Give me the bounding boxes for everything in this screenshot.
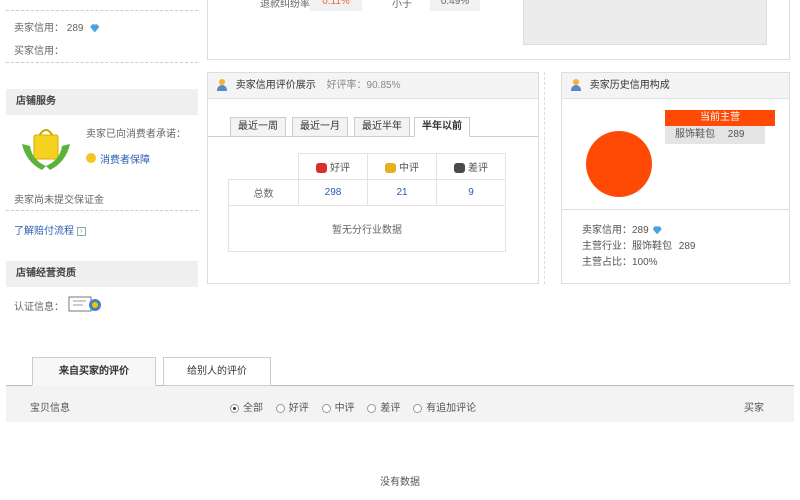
arrow-right-icon: › bbox=[76, 226, 86, 236]
tab-before-half-year[interactable]: 半年以前 bbox=[414, 117, 470, 137]
shield-icon bbox=[86, 153, 96, 163]
filter-all[interactable]: 全部 bbox=[230, 403, 263, 414]
share-row: 主营占比：100% bbox=[582, 255, 695, 271]
ratings-header: 卖家信用评价展示 好评率：90.85% bbox=[208, 73, 538, 99]
legend-value: 289 bbox=[727, 129, 745, 140]
neutral-header-label: 中评 bbox=[399, 163, 419, 174]
legend-title: 当前主营 bbox=[665, 110, 775, 126]
shop-service-header: 店铺服务 bbox=[6, 89, 198, 115]
certificate-icon[interactable] bbox=[68, 295, 104, 313]
history-header: 卖家历史信用构成 bbox=[562, 73, 789, 99]
refund-dispute-panel: 退款纠纷率： 0.11% 小于 0.49% bbox=[207, 0, 790, 60]
filter-all-label[interactable]: 全部 bbox=[243, 403, 263, 414]
radio-icon[interactable] bbox=[413, 403, 423, 413]
negative-rating-icon bbox=[454, 163, 465, 174]
divider bbox=[6, 10, 198, 11]
filter-followup[interactable]: 有追加评论 bbox=[413, 403, 476, 414]
share-label: 主营占比： bbox=[582, 257, 632, 268]
filter-positive-label[interactable]: 好评 bbox=[289, 403, 309, 414]
positive-header: 好评 bbox=[298, 153, 368, 180]
divider bbox=[6, 210, 198, 211]
compensation-link[interactable]: 了解赔付流程 › bbox=[14, 222, 86, 237]
tab-from-buyers[interactable]: 来自买家的评价 bbox=[32, 357, 156, 386]
share-value: 100% bbox=[632, 257, 658, 268]
filter-positive[interactable]: 好评 bbox=[275, 403, 309, 414]
diamond-icon bbox=[90, 24, 100, 33]
negative-header-label: 差评 bbox=[468, 163, 488, 174]
rating-filter-group: 全部 好评 中评 差评 有追加评论 bbox=[230, 399, 476, 414]
industry-label: 主营行业： bbox=[582, 241, 632, 252]
table-row: 总数 298 21 9 bbox=[228, 179, 506, 206]
legend-item: 服饰鞋包 289 bbox=[665, 126, 765, 144]
shop-qualification-header: 店铺经营资质 bbox=[6, 261, 198, 287]
empty-reviews-text: 没有数据 bbox=[380, 477, 420, 488]
seller-ratings-panel: 卖家信用评价展示 好评率：90.85% 最近一周 最近一月 最近半年 半年以前 … bbox=[207, 72, 539, 284]
credit-label: 卖家信用： bbox=[582, 225, 632, 236]
consumer-protection-icon bbox=[20, 122, 72, 174]
filter-neutral-label[interactable]: 中评 bbox=[335, 403, 355, 414]
person-icon bbox=[216, 79, 228, 92]
neutral-header: 中评 bbox=[367, 153, 437, 180]
industry-count: 289 bbox=[678, 241, 696, 252]
certification-label: 认证信息： bbox=[14, 302, 64, 313]
filter-followup-label[interactable]: 有追加评论 bbox=[426, 403, 476, 414]
ratings-title: 卖家信用评价展示 bbox=[235, 80, 316, 91]
left-sidebar: 卖家信用： 289 买家信用： bbox=[6, 0, 198, 63]
filter-neutral[interactable]: 中评 bbox=[321, 403, 355, 414]
seller-credit-row: 卖家信用： 289 bbox=[14, 19, 100, 34]
positive-count[interactable]: 298 bbox=[298, 179, 368, 206]
filter-negative-label[interactable]: 差评 bbox=[380, 403, 400, 414]
divider bbox=[562, 209, 789, 210]
tab-to-others[interactable]: 给别人的评价 bbox=[163, 357, 271, 386]
no-deposit-text: 卖家尚未提交保证金 bbox=[14, 195, 104, 206]
reviews-filter-bar: 宝贝信息 全部 好评 中评 差评 有追加评论 买家 bbox=[6, 386, 794, 422]
radio-icon[interactable] bbox=[367, 403, 377, 413]
ratings-table: 好评 中评 差评 总数 298 21 9 暂无分行业数据 bbox=[228, 153, 506, 252]
table-row: 暂无分行业数据 bbox=[228, 205, 506, 252]
trend-chart-placeholder bbox=[523, 0, 767, 45]
credit-value: 289 bbox=[632, 225, 649, 236]
lower-than-label: 小于 bbox=[392, 0, 412, 10]
no-industry-data: 暂无分行业数据 bbox=[228, 205, 506, 252]
buyer-credit-label: 买家信用： bbox=[14, 46, 64, 57]
seller-credit-value: 289 bbox=[66, 23, 84, 34]
negative-header: 差评 bbox=[436, 153, 506, 180]
tab-last-half-year[interactable]: 最近半年 bbox=[354, 117, 410, 137]
person-icon bbox=[570, 79, 582, 92]
promise-text: 卖家已向消费者承诺： bbox=[86, 129, 186, 140]
total-label: 总数 bbox=[228, 179, 299, 206]
negative-count[interactable]: 9 bbox=[436, 179, 506, 206]
divider bbox=[544, 72, 545, 284]
filter-negative[interactable]: 差评 bbox=[367, 403, 400, 414]
industry-row: 主营行业：服饰鞋包 289 bbox=[582, 239, 695, 255]
buyer-column-header: 买家 bbox=[744, 403, 764, 414]
compensation-link-label[interactable]: 了解赔付流程 bbox=[14, 226, 74, 237]
ratings-header-row: 好评 中评 差评 bbox=[229, 153, 506, 180]
positive-rating-icon bbox=[316, 163, 327, 174]
neutral-rating-icon bbox=[385, 163, 396, 174]
pie-slice-clothing bbox=[586, 131, 652, 197]
diamond-icon bbox=[652, 226, 662, 235]
history-title: 卖家历史信用构成 bbox=[589, 80, 670, 91]
lower-than-value: 0.49% bbox=[430, 0, 480, 11]
industry-value: 服饰鞋包 bbox=[632, 241, 672, 252]
item-info-header: 宝贝信息 bbox=[30, 403, 70, 414]
neutral-count[interactable]: 21 bbox=[367, 179, 437, 206]
legend-category: 服饰鞋包 bbox=[675, 129, 715, 140]
credit-row: 卖家信用：289 bbox=[582, 223, 695, 239]
protection-link[interactable]: 消费者保障 bbox=[86, 151, 150, 166]
radio-icon[interactable] bbox=[275, 403, 285, 413]
credit-history-panel: 卖家历史信用构成 当前主营 服饰鞋包 289 卖家信用：289 主营行业：服饰鞋… bbox=[561, 72, 790, 284]
refund-rate-value: 0.11% bbox=[310, 0, 362, 11]
seller-credit-label: 卖家信用： bbox=[14, 23, 64, 34]
radio-selected-icon[interactable] bbox=[230, 403, 239, 413]
positive-header-label: 好评 bbox=[330, 163, 350, 174]
history-summary: 卖家信用：289 主营行业：服饰鞋包 289 主营占比：100% bbox=[582, 223, 695, 271]
credit-pie-chart bbox=[584, 129, 654, 199]
positive-rate: 好评率：90.85% bbox=[326, 80, 401, 91]
tab-last-week[interactable]: 最近一周 bbox=[230, 117, 286, 137]
divider bbox=[6, 62, 198, 63]
radio-icon[interactable] bbox=[321, 403, 331, 413]
tab-last-month[interactable]: 最近一月 bbox=[292, 117, 348, 137]
